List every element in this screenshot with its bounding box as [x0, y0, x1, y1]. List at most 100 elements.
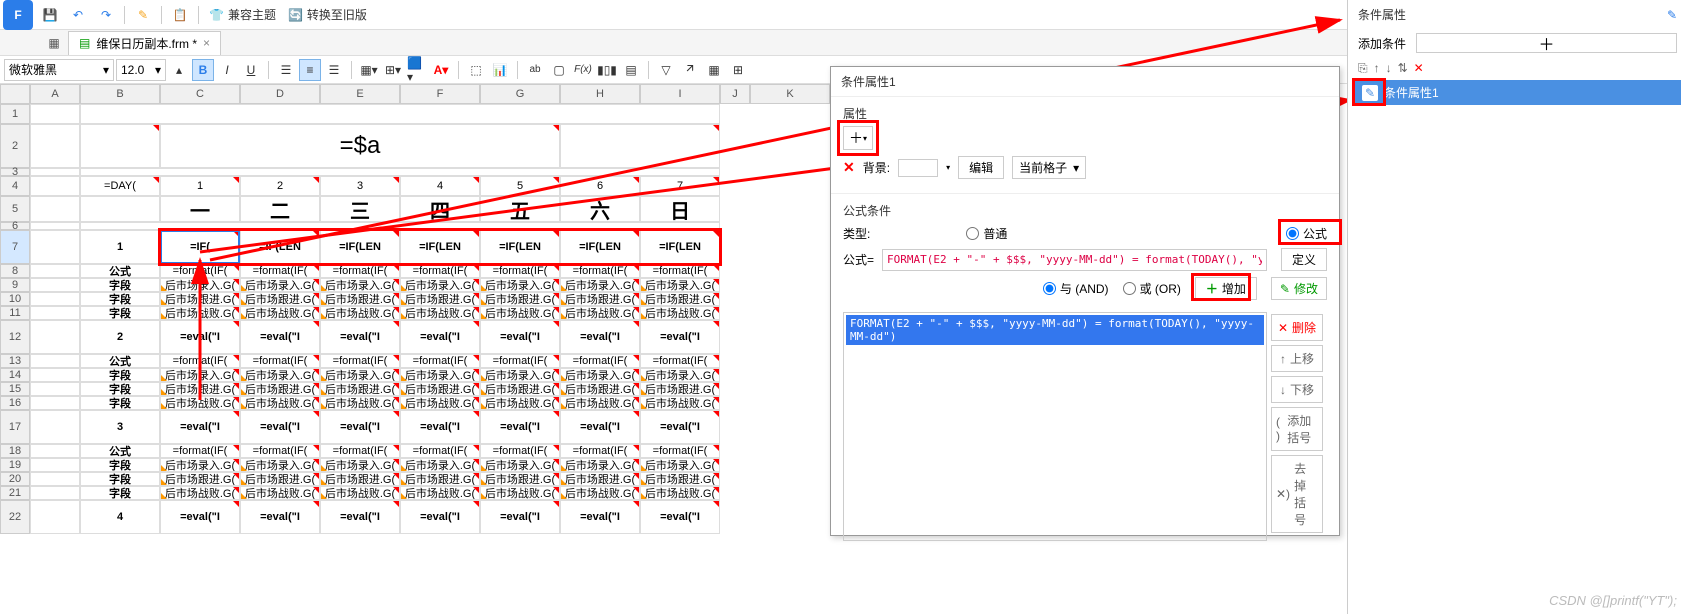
cell[interactable]: 后市场跟进.G( [640, 292, 720, 306]
cell[interactable]: 后市场录入.G( [320, 368, 400, 382]
cell[interactable]: =eval("I [320, 500, 400, 534]
cell[interactable]: 后市场战败.G( [560, 396, 640, 410]
cell[interactable]: 4 [400, 176, 480, 196]
bold-button[interactable]: B [192, 59, 214, 81]
cell[interactable]: =IF(LEN [400, 230, 480, 264]
cell[interactable] [30, 486, 80, 500]
italic-button[interactable]: I [216, 59, 238, 81]
remove-bg-icon[interactable]: ✕ [843, 159, 855, 176]
cell[interactable]: 后市场战败.G( [640, 306, 720, 320]
cell[interactable]: =eval("I [160, 410, 240, 444]
col-B[interactable]: B [80, 84, 160, 104]
cell[interactable]: 后市场跟进.G( [160, 472, 240, 486]
cell[interactable]: 后市场跟进.G( [240, 472, 320, 486]
cell[interactable]: =eval("I [400, 410, 480, 444]
cell[interactable]: =format(IF( [560, 444, 640, 458]
paste-icon[interactable]: 📋 [168, 3, 192, 27]
cell[interactable]: 后市场跟进.G( [160, 382, 240, 396]
cell[interactable]: 后市场跟进.G( [480, 382, 560, 396]
cell[interactable]: 字段 [80, 306, 160, 320]
formula-input[interactable] [882, 249, 1267, 271]
cell[interactable]: 后市场战败.G( [320, 306, 400, 320]
cell[interactable]: =eval("I [560, 320, 640, 354]
cell[interactable] [80, 222, 720, 230]
cell[interactable]: 后市场跟进.G( [560, 382, 640, 396]
cell[interactable]: 后市场跟进.G( [160, 292, 240, 306]
cell[interactable]: 后市场录入.G( [640, 458, 720, 472]
cell[interactable] [30, 396, 80, 410]
cell[interactable]: 后市场跟进.G( [400, 382, 480, 396]
define-button[interactable]: 定义 [1281, 248, 1327, 271]
cell[interactable]: =format(IF( [240, 444, 320, 458]
condition-list[interactable]: FORMAT(E2 + "-" + $$$, "yyyy-MM-dd") = f… [843, 312, 1267, 541]
save-icon[interactable]: 💾 [38, 3, 62, 27]
col-K[interactable]: K [750, 84, 830, 104]
align-left-icon[interactable]: ☰ [275, 59, 297, 81]
cell[interactable]: 后市场战败.G( [160, 486, 240, 500]
size-select[interactable]: 12.0▾ [116, 59, 166, 81]
size-up-icon[interactable]: ▴ [168, 59, 190, 81]
row-9[interactable]: 9 [0, 278, 30, 292]
row-22[interactable]: 22 [0, 500, 30, 534]
add-cond-button[interactable]: ＋增加 [1195, 277, 1257, 300]
row-14[interactable]: 14 [0, 368, 30, 382]
cell[interactable]: 字段 [80, 368, 160, 382]
text-icon[interactable]: ab [524, 59, 546, 81]
type-normal-radio[interactable]: 普通 [966, 225, 1007, 242]
row-4[interactable]: 4 [0, 176, 30, 196]
cell[interactable]: 后市场跟进.G( [320, 472, 400, 486]
cell[interactable] [560, 124, 720, 168]
cell[interactable] [30, 354, 80, 368]
cell[interactable]: 后市场战败.G( [560, 486, 640, 500]
cell[interactable] [30, 320, 80, 354]
cell[interactable]: 后市场录入.G( [320, 458, 400, 472]
cell[interactable]: 后市场战败.G( [240, 396, 320, 410]
cell[interactable]: 后市场战败.G( [640, 486, 720, 500]
col-F[interactable]: F [400, 84, 480, 104]
cell[interactable]: 二 [240, 196, 320, 222]
filter-icon[interactable]: ▽ [655, 59, 677, 81]
cell[interactable]: 后市场录入.G( [640, 278, 720, 292]
cell[interactable]: 后市场录入.G( [400, 278, 480, 292]
cell[interactable] [30, 222, 80, 230]
textcolor-icon[interactable]: A▾ [430, 59, 452, 81]
cell[interactable]: 后市场跟进.G( [400, 472, 480, 486]
cell[interactable] [30, 500, 80, 534]
cell[interactable]: 后市场跟进.G( [320, 382, 400, 396]
widget-icon[interactable]: ▢ [548, 59, 570, 81]
float-icon[interactable]: ⬚ [465, 59, 487, 81]
cell[interactable] [30, 230, 80, 264]
underline-button[interactable]: U [240, 59, 262, 81]
convert-old-button[interactable]: 🔄转换至旧版 [282, 6, 373, 23]
cell[interactable]: =eval("I [160, 320, 240, 354]
cell[interactable]: 三 [320, 196, 400, 222]
row-3[interactable]: 3 [0, 168, 30, 176]
chart-icon[interactable]: 📊 [489, 59, 511, 81]
cell[interactable]: 2 [240, 176, 320, 196]
cell[interactable]: =eval("I [240, 410, 320, 444]
row-13[interactable]: 13 [0, 354, 30, 368]
cell[interactable]: 一 [160, 196, 240, 222]
cell[interactable]: 公式 [80, 354, 160, 368]
cell[interactable]: 后市场录入.G( [560, 368, 640, 382]
add-condition-button[interactable]: ＋ [1416, 33, 1677, 53]
cell[interactable] [30, 168, 80, 176]
cell[interactable]: =format(IF( [320, 264, 400, 278]
cell[interactable]: =eval("I [400, 500, 480, 534]
row-16[interactable]: 16 [0, 396, 30, 410]
cell[interactable]: 字段 [80, 292, 160, 306]
undo-icon[interactable]: ↶ [66, 3, 90, 27]
row-15[interactable]: 15 [0, 382, 30, 396]
cell[interactable]: 后市场录入.G( [480, 368, 560, 382]
cell[interactable] [30, 306, 80, 320]
add-attr-button[interactable]: ＋▾ [843, 126, 873, 150]
cell[interactable]: =format(IF( [480, 444, 560, 458]
expand-icon[interactable]: ⊞ [727, 59, 749, 81]
cell[interactable]: =IF(LEN [480, 230, 560, 264]
cell[interactable]: 2 [80, 320, 160, 354]
cell[interactable]: =eval("I [480, 320, 560, 354]
cell[interactable]: 后市场战败.G( [320, 486, 400, 500]
cell[interactable]: =IF(LEN [240, 230, 320, 264]
cell[interactable]: 后市场战败.G( [480, 486, 560, 500]
cell[interactable]: =format(IF( [640, 444, 720, 458]
